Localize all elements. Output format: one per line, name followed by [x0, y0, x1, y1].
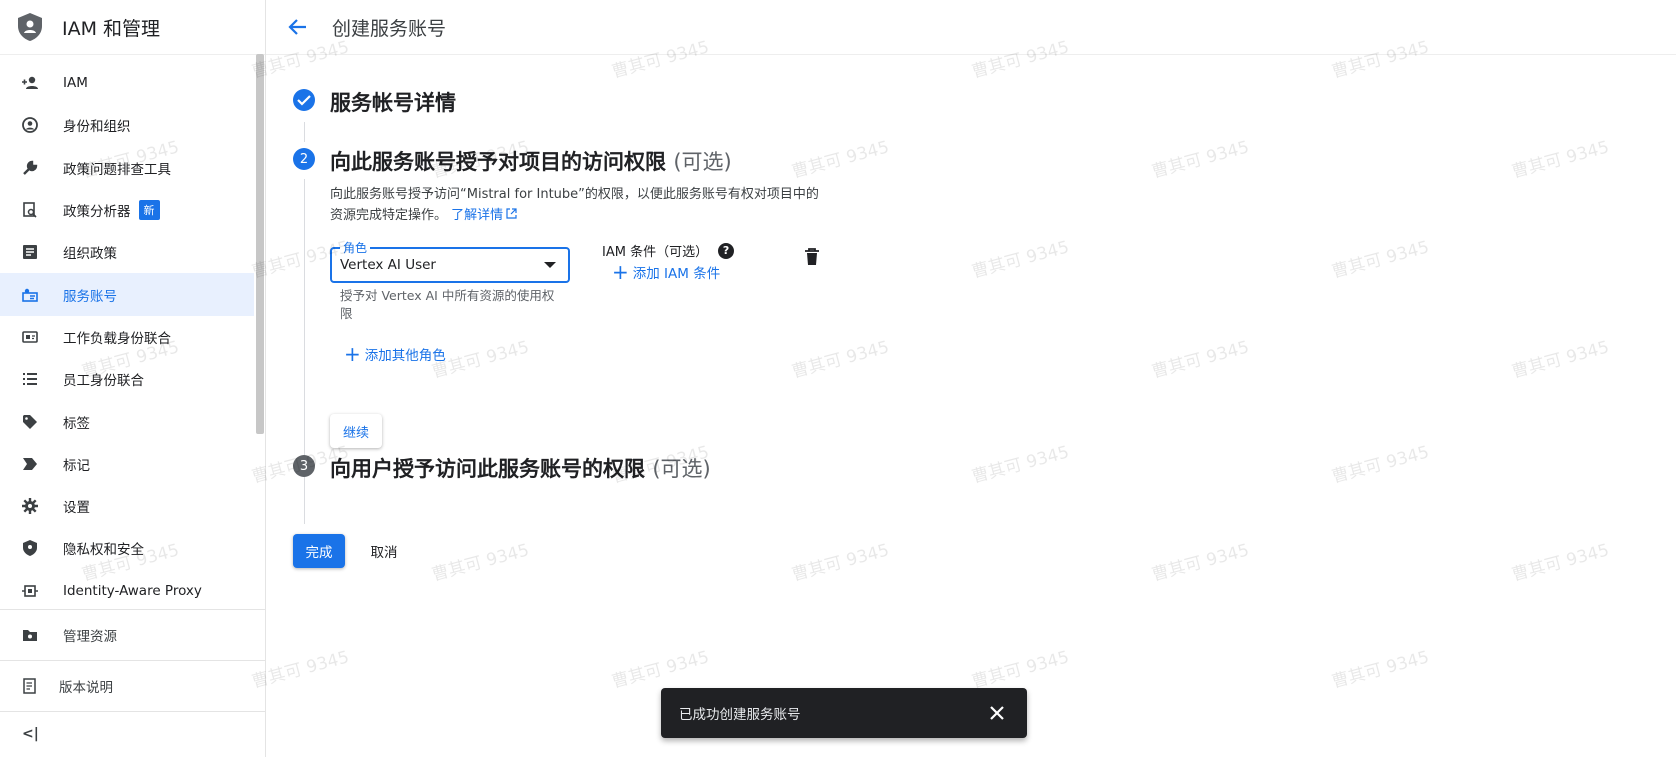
- sidebar-item-policy-analyzer[interactable]: 政策分析器 新: [0, 189, 254, 231]
- shield-icon: [20, 538, 40, 558]
- id-card-icon: [20, 327, 40, 347]
- sidebar-item-settings[interactable]: 设置: [0, 485, 254, 527]
- gear-icon: [20, 496, 40, 516]
- step2-title: 向此服务账号授予对项目的访问权限 (可选): [330, 146, 732, 176]
- document-icon: [20, 242, 40, 262]
- sidebar-item-privacy-security[interactable]: 隐私权和安全: [0, 527, 254, 569]
- sidebar-item-label: 设置: [63, 500, 90, 517]
- top-bar: 创建服务账号: [266, 0, 1676, 55]
- step2-description: 向此服务账号授予访问“Mistral for Intube”的权限，以便此服务账…: [330, 184, 830, 226]
- step2-desc-line2: 资源完成特定操作。: [330, 208, 448, 223]
- role-select[interactable]: 角色 Vertex AI User: [330, 239, 570, 283]
- step2-number: 2: [293, 148, 315, 170]
- wrench-icon: [20, 158, 40, 178]
- add-iam-condition-label: 添加 IAM 条件: [632, 266, 721, 282]
- sidebar-item-iam[interactable]: IAM: [0, 62, 254, 104]
- iam-condition-label: IAM 条件（可选）: [602, 245, 709, 260]
- sidebar-divider: [0, 609, 266, 610]
- cancel-button[interactable]: 取消: [358, 534, 410, 568]
- sidebar-item-label: 工作负载身份联合: [63, 330, 171, 347]
- step1-title[interactable]: 服务帐号详情: [330, 87, 456, 117]
- sidebar-item-tags[interactable]: 标签: [0, 400, 254, 442]
- sidebar-item-label: 身份和组织: [63, 119, 131, 136]
- sidebar-item-org-policies[interactable]: 组织政策: [0, 231, 254, 273]
- snackbar-message: 已成功创建服务账号: [679, 707, 801, 723]
- done-button[interactable]: 完成: [293, 534, 345, 568]
- plus-icon: +: [344, 342, 361, 366]
- sidebar-divider: [0, 711, 266, 712]
- step-connector: [304, 122, 305, 142]
- proxy-icon: [20, 581, 40, 601]
- plus-icon: +: [612, 260, 629, 284]
- iam-shield-icon: [18, 13, 42, 41]
- sidebar-item-manage-resources[interactable]: 管理资源: [0, 611, 254, 659]
- sidebar-item-identity-aware-proxy[interactable]: Identity-Aware Proxy: [0, 570, 254, 612]
- learn-more-link[interactable]: 了解详情: [451, 208, 517, 223]
- role-hint: 授予对 Vertex AI 中所有资源的使用权限: [340, 288, 555, 321]
- sidebar-item-policy-troubleshooter[interactable]: 政策问题排查工具: [0, 147, 254, 189]
- sidebar-nav: IAM 身份和组织 政策问题排查工具 政策分析器 新 组织政策 服务账号 工作负…: [0, 62, 254, 612]
- step3-number: 3: [293, 455, 315, 477]
- add-iam-condition-button[interactable]: + 添加 IAM 条件: [612, 262, 720, 282]
- sidebar-item-label: 员工身份联合: [63, 373, 144, 390]
- check-circle-icon: [293, 89, 315, 111]
- sidebar-item-release-notes[interactable]: 版本说明: [0, 662, 254, 710]
- snackbar: 已成功创建服务账号: [661, 688, 1027, 738]
- sidebar-item-label: 标签: [63, 415, 90, 432]
- sidebar-divider: [0, 660, 266, 661]
- sidebar-item-labels[interactable]: 标记: [0, 443, 254, 485]
- sidebar-item-label: 政策问题排查工具: [63, 161, 171, 178]
- page-title: 创建服务账号: [332, 17, 447, 40]
- step3-optional: (可选): [652, 457, 711, 481]
- list-icon: [20, 369, 40, 389]
- folder-gear-icon: [20, 625, 40, 645]
- add-role-label: 添加其他角色: [364, 348, 446, 364]
- step2-title-text: 向此服务账号授予对项目的访问权限: [330, 150, 666, 174]
- release-notes-icon: [20, 676, 40, 696]
- person-add-icon: [20, 73, 40, 93]
- sidebar-item-label: 政策分析器: [63, 204, 131, 221]
- delete-icon[interactable]: [804, 248, 820, 266]
- main-content: 服务帐号详情 2 向此服务账号授予对项目的访问权限 (可选) 向此服务账号授予访…: [266, 54, 1676, 757]
- sidebar-item-label: 标记: [63, 457, 90, 474]
- sidebar-header: IAM 和管理: [0, 0, 265, 55]
- step2-optional: (可选): [673, 150, 732, 174]
- sidebar-item-workload-identity[interactable]: 工作负载身份联合: [0, 316, 254, 358]
- sidebar-item-label: Identity-Aware Proxy: [63, 582, 202, 599]
- policy-search-icon: [20, 200, 40, 220]
- sidebar-item-workforce-identity[interactable]: 员工身份联合: [0, 358, 254, 400]
- role-label: 角色: [340, 239, 371, 256]
- dropdown-arrow-icon: [544, 262, 556, 268]
- new-badge: 新: [138, 200, 160, 221]
- sidebar: IAM 和管理 IAM 身份和组织 政策问题排查工具 政策分析器 新 组织政策 …: [0, 0, 266, 757]
- help-icon[interactable]: ?: [718, 242, 735, 259]
- iam-condition-heading: IAM 条件（可选） ?: [602, 241, 735, 260]
- close-icon[interactable]: [989, 705, 1005, 721]
- step2-desc-line1: 向此服务账号授予访问“Mistral for Intube”的权限，以便此服务账…: [330, 187, 819, 202]
- step3-title[interactable]: 向用户授予访问此服务账号的权限 (可选): [330, 453, 711, 483]
- label-icon: [20, 454, 40, 474]
- app-title: IAM 和管理: [62, 17, 161, 40]
- external-link-icon: [506, 208, 517, 219]
- tag-icon: [20, 412, 40, 432]
- add-another-role-button[interactable]: + 添加其他角色: [344, 344, 446, 364]
- back-arrow-icon[interactable]: [286, 15, 310, 39]
- account-circle-icon: [20, 115, 40, 135]
- learn-more-text: 了解详情: [451, 208, 504, 223]
- service-account-icon: [20, 285, 40, 305]
- role-value: Vertex AI User: [340, 257, 436, 273]
- sidebar-item-label: IAM: [63, 75, 88, 92]
- sidebar-item-identity-org[interactable]: 身份和组织: [0, 104, 254, 146]
- step3-title-text: 向用户授予访问此服务账号的权限: [330, 457, 645, 481]
- collapse-sidebar-button[interactable]: <|: [22, 726, 39, 742]
- sidebar-item-label: 服务账号: [63, 288, 117, 305]
- sidebar-item-label: 组织政策: [63, 246, 117, 263]
- continue-button[interactable]: 继续: [330, 414, 382, 448]
- sidebar-item-label: 版本说明: [59, 680, 113, 696]
- sidebar-item-label: 隐私权和安全: [63, 542, 144, 559]
- sidebar-item-label: 管理资源: [63, 629, 117, 645]
- sidebar-item-service-accounts[interactable]: 服务账号: [0, 273, 254, 316]
- sidebar-scrollbar[interactable]: [256, 54, 264, 434]
